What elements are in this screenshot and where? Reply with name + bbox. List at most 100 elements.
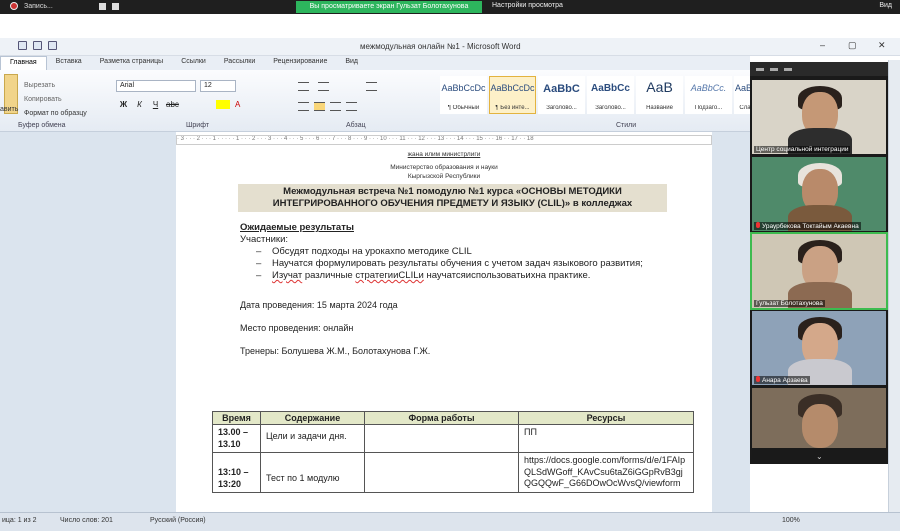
underline-button[interactable]: Ч bbox=[150, 100, 161, 109]
participant-tile[interactable] bbox=[752, 388, 886, 448]
style-heading2[interactable]: AaBbCc Заголово... bbox=[587, 76, 634, 114]
justify-icon[interactable] bbox=[346, 102, 357, 111]
pause-icon[interactable] bbox=[98, 2, 106, 10]
styles-gallery: AaBbCcDc ¶ Обычный AaBbCcDc ¶ Без инте... … bbox=[440, 76, 756, 114]
view-button[interactable]: Вид bbox=[879, 2, 892, 9]
font-color-icon[interactable]: A bbox=[235, 100, 240, 109]
vertical-scrollbar[interactable] bbox=[888, 60, 900, 512]
cut-button[interactable]: Вырезать bbox=[24, 82, 55, 89]
header-country: Кыргызской Республики bbox=[407, 173, 481, 180]
font-size-select[interactable]: 12 bbox=[200, 80, 236, 92]
bullets-icon[interactable] bbox=[298, 82, 309, 91]
schedule-table: Время Содержание Форма работы Ресурсы 13… bbox=[212, 411, 694, 493]
format-painter-button[interactable]: Формат по образцу bbox=[24, 110, 87, 117]
align-center-icon[interactable] bbox=[314, 102, 325, 111]
minimize-panel-icon[interactable] bbox=[756, 67, 764, 71]
close-button[interactable]: ✕ bbox=[878, 40, 886, 51]
event-place: Место проведения: онлайн bbox=[240, 323, 354, 333]
document-page[interactable]: жана илим министрлиги Министерство образ… bbox=[176, 148, 712, 512]
tab-review[interactable]: Рецензирование bbox=[264, 56, 336, 70]
font-name-select[interactable]: Arial bbox=[116, 80, 196, 92]
participant-name-text: Анара Арзаева bbox=[762, 377, 808, 384]
redo-icon[interactable] bbox=[48, 41, 57, 50]
stop-icon[interactable] bbox=[111, 2, 119, 10]
italic-button[interactable]: К bbox=[134, 100, 145, 109]
text-span: научатсяиспользоватьихна практике. bbox=[423, 270, 591, 281]
cell-form bbox=[364, 452, 519, 493]
participant-name: Гульзат Болотахунова bbox=[754, 300, 825, 307]
style-subtitle[interactable]: AaBbCc. Подзаго... bbox=[685, 76, 732, 114]
style-sample: AaBbCcDc bbox=[490, 83, 535, 93]
speaker-view-icon[interactable] bbox=[770, 67, 778, 71]
participant-tile[interactable]: Центр социальной интеграции bbox=[752, 80, 886, 154]
cell-time: 13.00 – 13.10 bbox=[212, 424, 261, 453]
event-date: Дата проведения: 15 марта 2024 года bbox=[240, 300, 398, 310]
align-left-icon[interactable] bbox=[298, 102, 309, 111]
style-sample: AaBbC bbox=[543, 83, 580, 95]
col-time: Время bbox=[212, 411, 261, 425]
participant-tile[interactable]: Анара Арзаева bbox=[752, 311, 886, 385]
paragraph-buttons bbox=[296, 80, 436, 116]
cell-resources[interactable]: https://docs.google.com/forms/d/e/1FAIpQ… bbox=[518, 452, 694, 493]
chevron-down-icon[interactable]: ⌄ bbox=[816, 452, 823, 461]
style-sample: АаВ bbox=[646, 79, 673, 95]
highlight-icon[interactable] bbox=[216, 100, 230, 109]
participant-name-text: Ураурбекова Токтайым Акаевна bbox=[762, 223, 859, 230]
style-name: Заголово... bbox=[595, 105, 626, 111]
style-normal[interactable]: AaBbCcDc ¶ Обычный bbox=[440, 76, 487, 114]
gallery-view-icon[interactable] bbox=[784, 67, 792, 71]
results-list: Обсудят подходы на урокахпо методике CLI… bbox=[256, 246, 712, 282]
tab-insert[interactable]: Вставка bbox=[47, 56, 91, 70]
style-sample: AaBbCcDc bbox=[441, 83, 486, 93]
document-title: Межмодульная встреча №1 помодулю №1 курс… bbox=[238, 184, 667, 212]
zoom-level[interactable]: 100% bbox=[782, 517, 800, 524]
zoom-top-bar: Запись... Вы просматриваете экран Гульза… bbox=[0, 0, 900, 14]
tab-home[interactable]: Главная bbox=[0, 56, 47, 70]
styles-group-label: Стили bbox=[616, 122, 637, 129]
bold-button[interactable]: Ж bbox=[118, 100, 129, 109]
strikethrough-button[interactable]: abc bbox=[166, 100, 179, 109]
page-count[interactable]: ица: 1 из 2 bbox=[2, 517, 37, 524]
language-status[interactable]: Русский (Россия) bbox=[150, 517, 206, 524]
ribbon: авить Вырезать Копировать Формат по обра… bbox=[0, 70, 756, 132]
screen-share-banner: Вы просматриваете экран Гульзат Болотаху… bbox=[296, 1, 482, 13]
clipboard-group: авить Вырезать Копировать Формат по обра… bbox=[0, 74, 106, 118]
save-icon[interactable] bbox=[18, 41, 27, 50]
tab-mailings[interactable]: Рассылки bbox=[215, 56, 264, 70]
maximize-button[interactable]: ▢ bbox=[848, 40, 857, 51]
participant-name: Центр социальной интеграции bbox=[754, 146, 851, 153]
tab-page-layout[interactable]: Разметка страницы bbox=[91, 56, 173, 70]
minimize-button[interactable]: – bbox=[820, 40, 825, 50]
undo-icon[interactable] bbox=[33, 41, 42, 50]
style-name: Заголово... bbox=[546, 105, 577, 111]
ribbon-tabs: Главная Вставка Разметка страницы Ссылки… bbox=[0, 56, 750, 70]
table-row: 13:10 – 13:20 Тест по 1 модулю https://d… bbox=[212, 452, 694, 493]
document-background-right bbox=[712, 132, 750, 512]
copy-button[interactable]: Копировать bbox=[24, 96, 62, 103]
style-no-spacing[interactable]: AaBbCcDc ¶ Без инте... bbox=[489, 76, 536, 114]
paste-label[interactable]: авить bbox=[0, 106, 18, 113]
tab-view[interactable]: Вид bbox=[336, 56, 367, 70]
expected-results: Ожидаемые результаты Участники: Обсудят … bbox=[240, 222, 712, 282]
view-options-button[interactable]: Настройки просмотра bbox=[492, 2, 563, 9]
style-title[interactable]: АаВ Название bbox=[636, 76, 683, 114]
participant-tile[interactable]: Ураурбекова Токтайым Акаевна bbox=[752, 157, 886, 231]
align-right-icon[interactable] bbox=[330, 102, 341, 111]
recording-indicator: Запись... bbox=[10, 2, 119, 10]
style-name: ¶ Без инте... bbox=[495, 105, 530, 111]
style-heading1[interactable]: AaBbC Заголово... bbox=[538, 76, 585, 114]
record-label: Запись... bbox=[24, 2, 53, 10]
tab-references[interactable]: Ссылки bbox=[172, 56, 215, 70]
style-sample: AaBbCc. bbox=[690, 83, 727, 93]
horizontal-ruler[interactable]: · 3 · · · 2 · · · 1 · · · · · 1 · · · 2 … bbox=[176, 135, 712, 145]
participant-face bbox=[802, 404, 838, 448]
list-item: Обсудят подходы на урокахпо методике CLI… bbox=[256, 246, 668, 258]
numbering-icon[interactable] bbox=[318, 82, 329, 91]
cell-time: 13:10 – 13:20 bbox=[212, 452, 261, 493]
indent-icon[interactable] bbox=[366, 82, 377, 91]
word-count[interactable]: Число слов: 201 bbox=[60, 517, 113, 524]
spellcheck-word: Изучат bbox=[272, 270, 303, 281]
list-item: Изучат различные стратегииCLILи научатся… bbox=[256, 270, 668, 282]
mic-muted-icon bbox=[756, 376, 760, 382]
participant-tile-active-speaker[interactable]: Гульзат Болотахунова bbox=[750, 232, 888, 310]
